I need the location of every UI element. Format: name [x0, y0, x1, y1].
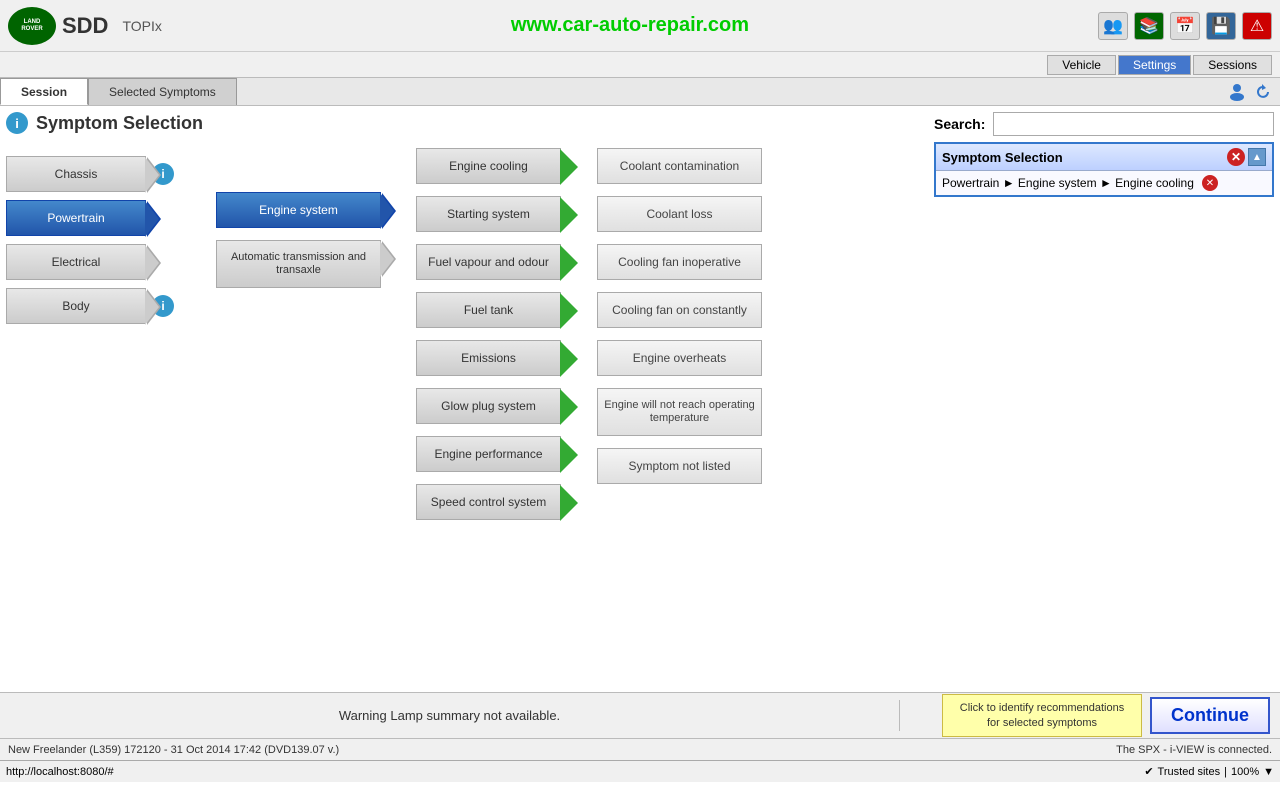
- cooling-fan-inoperative-btn[interactable]: Cooling fan inoperative: [597, 244, 762, 280]
- emissions-btn[interactable]: Emissions: [416, 340, 561, 376]
- engine-performance-btn[interactable]: Engine performance: [416, 436, 561, 472]
- chassis-btn[interactable]: Chassis: [6, 156, 146, 192]
- speed-control-btn[interactable]: Speed control system: [416, 484, 561, 520]
- nav-icon-person[interactable]: [1226, 81, 1248, 103]
- symptom-not-listed-btn[interactable]: Symptom not listed: [597, 448, 762, 484]
- info-icon-title: i: [6, 112, 28, 134]
- continue-button[interactable]: Continue: [1150, 697, 1270, 734]
- trusted-label: Trusted sites: [1158, 766, 1221, 778]
- ssb-up-btn[interactable]: ▲: [1248, 148, 1266, 166]
- ssb-breadcrumb-remove[interactable]: ✕: [1202, 175, 1218, 191]
- fuel-vapour-btn[interactable]: Fuel vapour and odour: [416, 244, 561, 280]
- ssb-close-btn[interactable]: ✕: [1227, 148, 1245, 166]
- electrical-btn[interactable]: Electrical: [6, 244, 146, 280]
- connection-info-text: The SPX - i-VIEW is connected.: [640, 744, 1272, 756]
- body-btn[interactable]: Body: [6, 288, 146, 324]
- search-input[interactable]: [993, 112, 1274, 136]
- fuel-tank-btn[interactable]: Fuel tank: [416, 292, 561, 328]
- tab-selected-symptoms[interactable]: Selected Symptoms: [88, 78, 237, 105]
- website-banner: www.car-auto-repair.com: [162, 14, 1098, 37]
- engine-no-temp-btn[interactable]: Engine will not reach operating temperat…: [597, 388, 762, 436]
- settings-nav-btn[interactable]: Settings: [1118, 55, 1191, 75]
- symptom-selection-box: Symptom Selection ✕ ▲ Powertrain ► Engin…: [934, 142, 1274, 197]
- separator: |: [1224, 766, 1227, 778]
- icon-chip[interactable]: 💾: [1206, 12, 1236, 40]
- ssb-title: Symptom Selection: [942, 150, 1063, 165]
- page-title-text: Symptom Selection: [36, 113, 203, 134]
- auto-transmission-btn[interactable]: Automatic transmission and transaxle: [216, 240, 381, 288]
- land-rover-logo: LANDROVER: [8, 7, 56, 45]
- engine-cooling-btn[interactable]: Engine cooling: [416, 148, 561, 184]
- url-text: http://localhost:8080/#: [6, 766, 1144, 778]
- sessions-nav-btn[interactable]: Sessions: [1193, 55, 1272, 75]
- coolant-loss-btn[interactable]: Coolant loss: [597, 196, 762, 232]
- sdd-logo: SDD: [62, 13, 108, 39]
- icon-users[interactable]: 👥: [1098, 12, 1128, 40]
- icon-book[interactable]: 📚: [1134, 12, 1164, 40]
- cooling-fan-constantly-btn[interactable]: Cooling fan on constantly: [597, 292, 762, 328]
- coolant-contamination-btn[interactable]: Coolant contamination: [597, 148, 762, 184]
- vehicle-info-text: New Freelander (L359) 172120 - 31 Oct 20…: [8, 744, 640, 756]
- search-label: Search:: [934, 116, 985, 132]
- tab-session[interactable]: Session: [0, 78, 88, 105]
- continue-tooltip: Click to identify recommendations for se…: [942, 694, 1142, 737]
- vehicle-nav-btn[interactable]: Vehicle: [1047, 55, 1116, 75]
- glow-plug-btn[interactable]: Glow plug system: [416, 388, 561, 424]
- warning-lamp-status: Warning Lamp summary not available.: [0, 700, 900, 731]
- icon-calendar[interactable]: 📅: [1170, 12, 1200, 40]
- zoom-level: 100%: [1231, 766, 1259, 778]
- icon-warning[interactable]: ⚠: [1242, 12, 1272, 40]
- starting-system-btn[interactable]: Starting system: [416, 196, 561, 232]
- trusted-icon: ✔: [1144, 765, 1153, 778]
- engine-overheats-btn[interactable]: Engine overheats: [597, 340, 762, 376]
- powertrain-btn[interactable]: Powertrain: [6, 200, 146, 236]
- zoom-dropdown-icon[interactable]: ▼: [1263, 766, 1274, 778]
- nav-icon-refresh[interactable]: [1252, 81, 1274, 103]
- engine-system-btn[interactable]: Engine system: [216, 192, 381, 228]
- topix-label: TOPIx: [122, 18, 161, 34]
- ssb-breadcrumb: Powertrain ► Engine system ► Engine cool…: [942, 176, 1194, 190]
